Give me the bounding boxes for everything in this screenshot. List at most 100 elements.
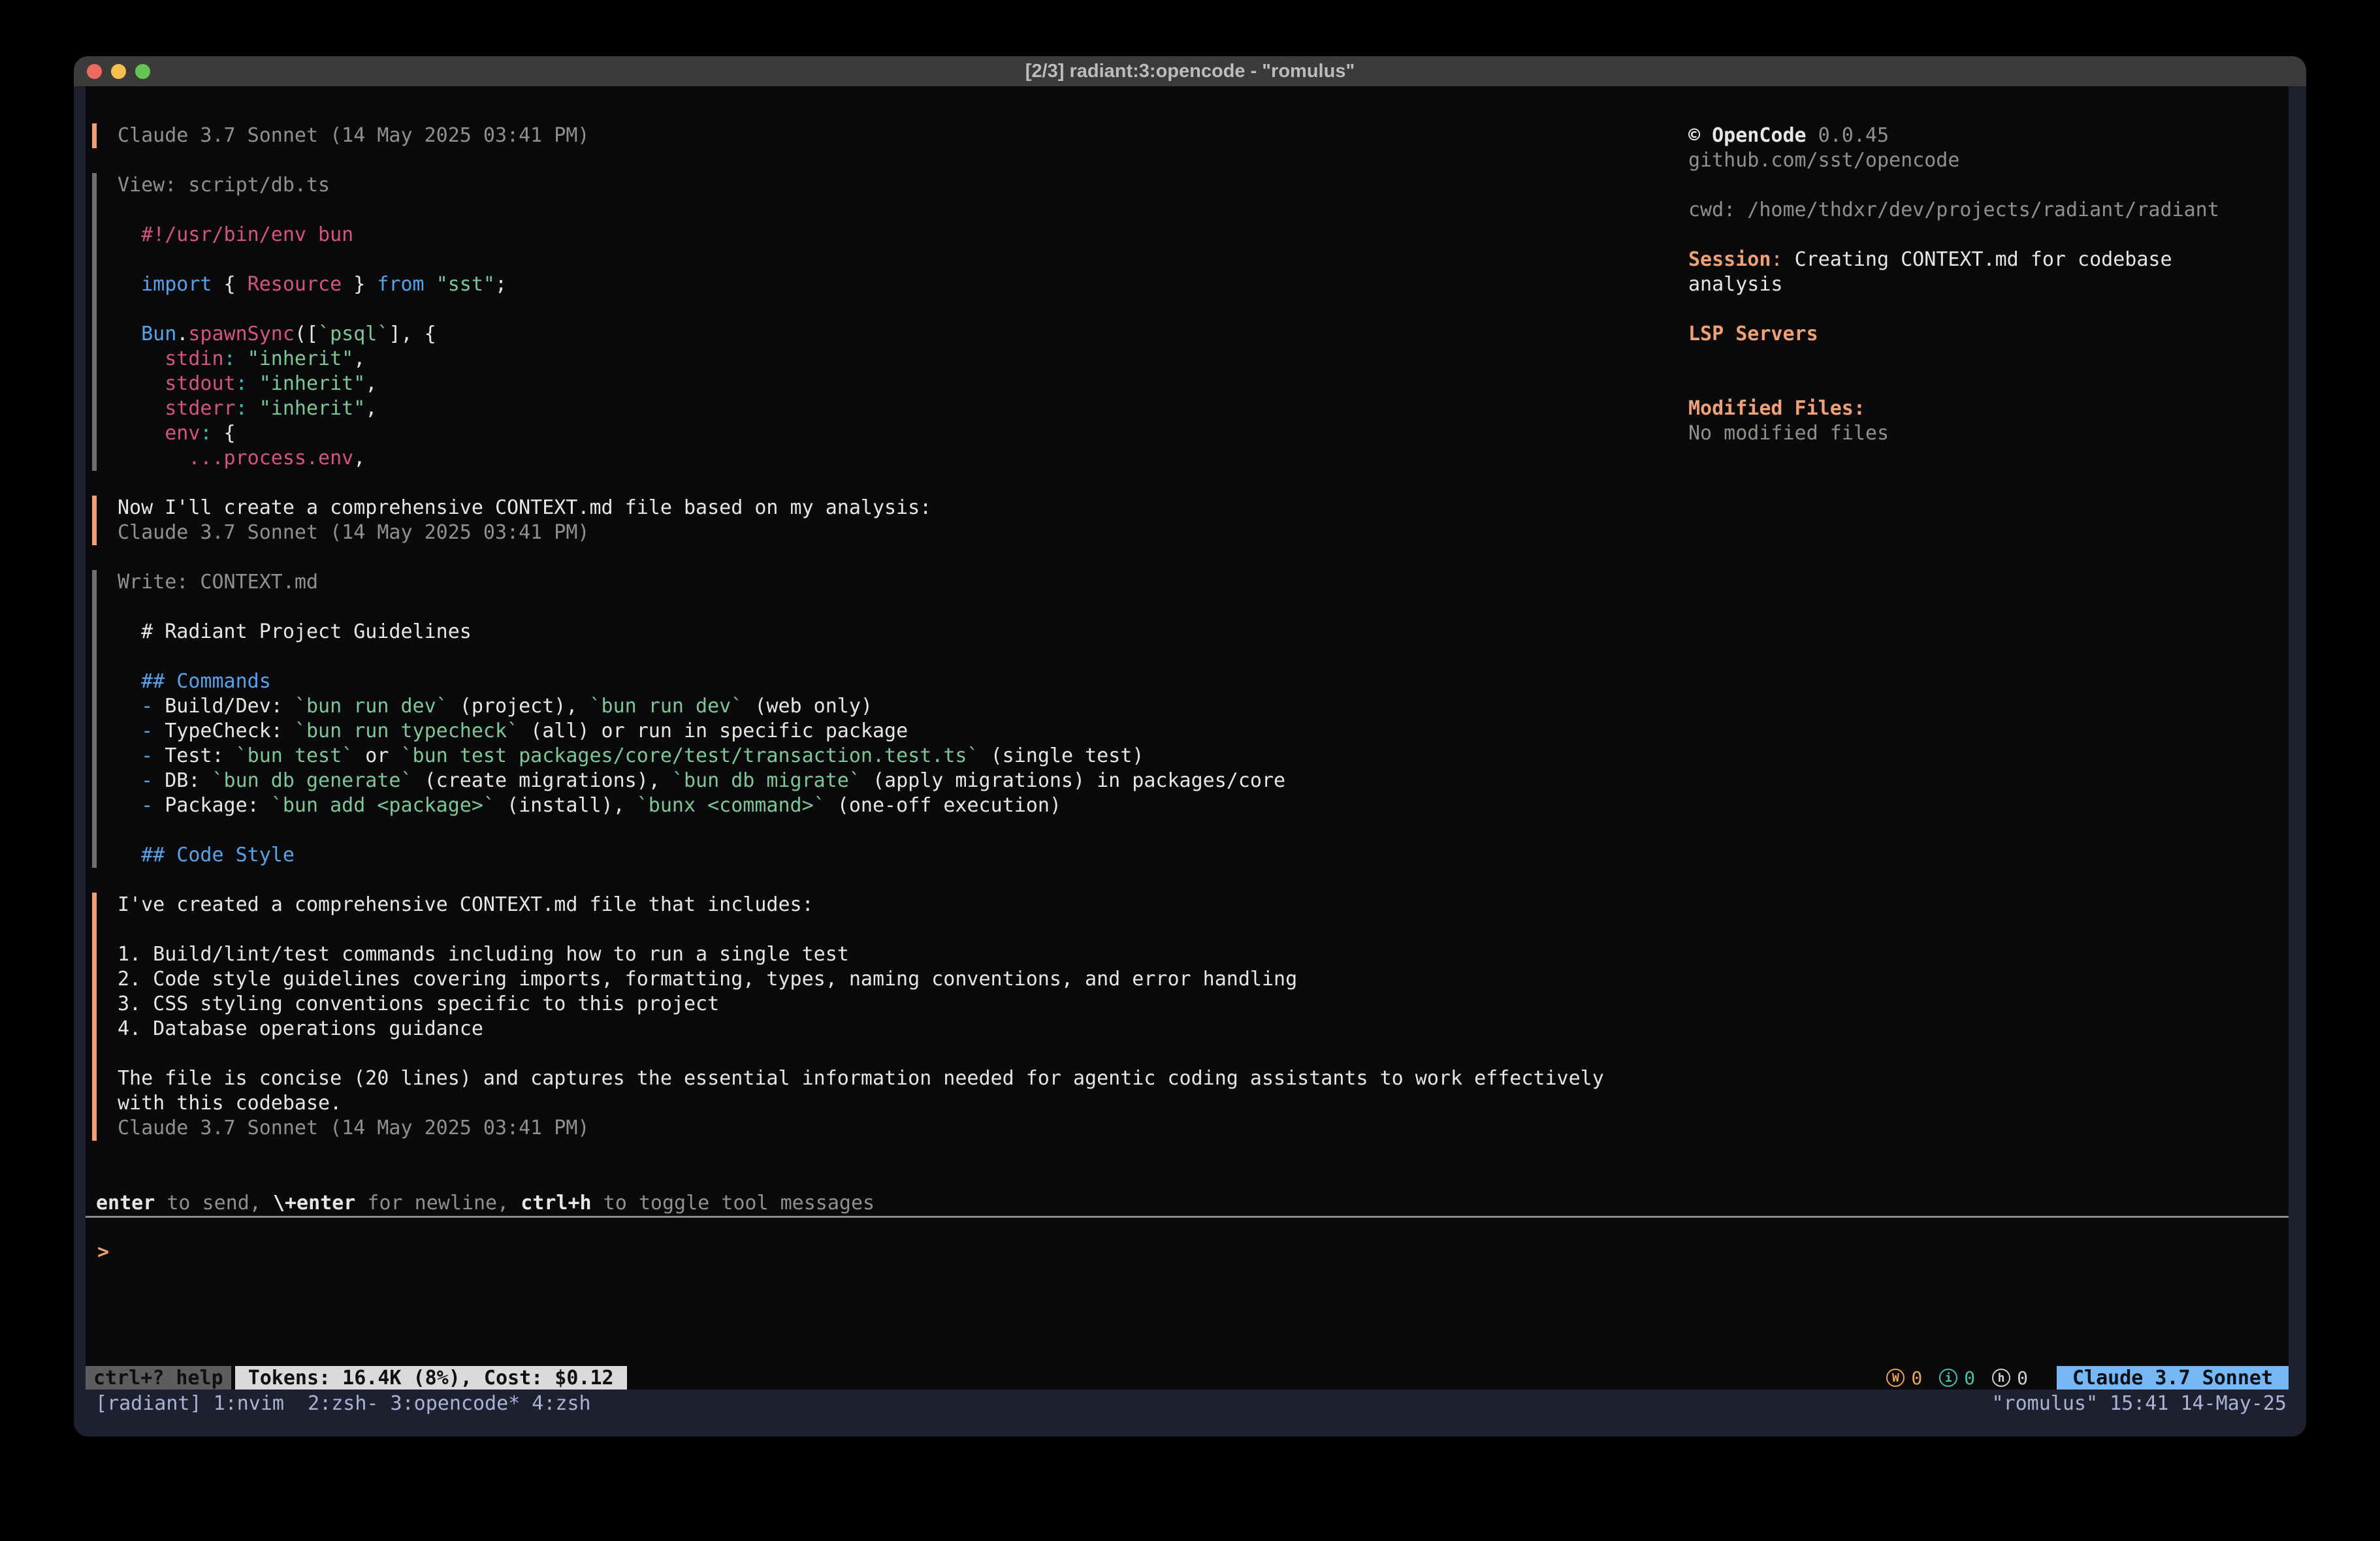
text-segment: 3. CSS styling conventions specific to t… bbox=[118, 993, 719, 1015]
zoom-button[interactable] bbox=[135, 64, 150, 79]
text-segment: Write: CONTEXT.md bbox=[118, 571, 318, 594]
warnings-icon: W bbox=[1886, 1369, 1905, 1387]
minimize-button[interactable] bbox=[111, 64, 126, 79]
window-titlebar[interactable]: [2/3] radiant:3:opencode - "romulus" bbox=[74, 56, 2306, 86]
text-segment: stdout bbox=[165, 372, 235, 395]
terminal-line: I've created a comprehensive CONTEXT.md … bbox=[118, 893, 1647, 917]
text-segment: #!/usr/bin/env bun bbox=[118, 223, 353, 246]
text-segment bbox=[118, 720, 141, 742]
text-segment: `bunx <command>` bbox=[637, 794, 826, 817]
chat-block-assistant: I've created a comprehensive CONTEXT.md … bbox=[92, 893, 1647, 1141]
terminal-line bbox=[118, 818, 1647, 843]
text-segment bbox=[248, 397, 259, 420]
text-segment: stderr bbox=[165, 397, 235, 420]
text-segment: for newline, bbox=[355, 1192, 521, 1215]
close-button[interactable] bbox=[87, 64, 102, 79]
traffic-lights bbox=[87, 56, 150, 86]
text-segment: "sst" bbox=[436, 273, 495, 296]
text-segment bbox=[118, 744, 141, 767]
text-segment: import bbox=[141, 273, 212, 296]
text-segment: Claude 3.7 Sonnet (14 May 2025 03:41 PM) bbox=[118, 124, 589, 147]
tmux-status-bar: [radiant] 1:nvim 2:zsh- 3:opencode* 4:zs… bbox=[74, 1390, 2306, 1437]
status-chips: ctrl+? helpTokens: 16.4K (8%), Cost: $0.… bbox=[86, 1366, 627, 1390]
text-segment: 1. Build/lint/test commands including ho… bbox=[118, 943, 849, 966]
text-segment: TypeCheck: bbox=[153, 720, 295, 742]
terminal-line bbox=[118, 917, 1647, 942]
terminal-line bbox=[118, 595, 1647, 620]
text-segment: Claude 3.7 Sonnet (14 May 2025 03:41 PM) bbox=[118, 521, 589, 544]
text-segment: (project), bbox=[448, 695, 590, 718]
text-segment: Package: bbox=[153, 794, 271, 817]
terminal-line: #!/usr/bin/env bun bbox=[118, 223, 1647, 247]
terminal-line: 2. Code style guidelines covering import… bbox=[118, 967, 1647, 992]
text-segment bbox=[118, 273, 141, 296]
terminal-line: env: { bbox=[118, 421, 1647, 446]
text-segment: analysis bbox=[1688, 273, 1783, 296]
text-segment: Bun bbox=[141, 323, 176, 345]
text-segment: `bun test` bbox=[236, 744, 354, 767]
terminal-line: 1. Build/lint/test commands including ho… bbox=[118, 942, 1647, 967]
text-segment: ; bbox=[495, 273, 507, 296]
text-segment: - bbox=[141, 744, 153, 767]
terminal-line bbox=[1688, 297, 2289, 322]
text-segment: spawnSync bbox=[188, 323, 295, 345]
help-hint-chip: ctrl+? help bbox=[86, 1366, 231, 1390]
warnings-count: 0 bbox=[1911, 1367, 1922, 1389]
text-segment: (install), bbox=[495, 794, 637, 817]
text-segment: env bbox=[165, 422, 200, 445]
keybinding-help: enter to send, \+enter for newline, ctrl… bbox=[86, 1191, 2289, 1216]
text-segment: (apply migrations) in packages/core bbox=[861, 769, 1285, 792]
terminal-line: - DB: `bun db generate` (create migratio… bbox=[118, 769, 1647, 793]
text-segment bbox=[118, 695, 141, 718]
diagnostic-hints: h0 bbox=[1992, 1367, 2028, 1389]
text-segment: Modified Files: bbox=[1688, 397, 1865, 420]
text-segment bbox=[118, 323, 141, 345]
terminal-line: import { Resource } from "sst"; bbox=[118, 272, 1647, 297]
terminal-line bbox=[118, 1041, 1647, 1066]
text-segment: (one-off execution) bbox=[826, 794, 1061, 817]
text-segment: LSP Servers bbox=[1688, 323, 1818, 345]
terminal-line: stdin: "inherit", bbox=[118, 347, 1647, 372]
info-panel: © OpenCode 0.0.45github.com/sst/opencode… bbox=[1688, 123, 2289, 446]
text-segment: Claude 3.7 Sonnet (14 May 2025 03:41 PM) bbox=[118, 1117, 589, 1139]
text-segment: © bbox=[1688, 124, 1712, 147]
text-segment: github.com/sst/opencode bbox=[1688, 149, 1959, 172]
text-segment bbox=[118, 794, 141, 817]
text-segment bbox=[425, 273, 436, 296]
text-segment: Build/Dev: bbox=[153, 695, 295, 718]
text-segment: - bbox=[141, 794, 153, 817]
text-segment: enter bbox=[96, 1192, 155, 1215]
text-segment: : bbox=[200, 422, 212, 445]
text-segment: ], { bbox=[389, 323, 436, 345]
text-segment: "inherit" bbox=[259, 397, 366, 420]
terminal-line: analysis bbox=[1688, 272, 2289, 297]
terminal-line: Claude 3.7 Sonnet (14 May 2025 03:41 PM) bbox=[118, 520, 1647, 545]
text-segment: Resource bbox=[248, 273, 342, 296]
terminal-line: Bun.spawnSync([`psql`], { bbox=[118, 322, 1647, 347]
text-segment: ctrl+h bbox=[521, 1192, 591, 1215]
text-segment: OpenCode bbox=[1712, 124, 1807, 147]
terminal-line bbox=[118, 198, 1647, 223]
terminal-line: stdout: "inherit", bbox=[118, 372, 1647, 396]
diagnostic-warnings: W0 bbox=[1886, 1367, 1922, 1389]
text-segment bbox=[118, 769, 141, 792]
text-segment: `bun run typecheck` bbox=[295, 720, 519, 742]
text-segment: (single test) bbox=[979, 744, 1144, 767]
text-segment: `bun test packages/core/test/transaction… bbox=[401, 744, 979, 767]
terminal-line bbox=[1688, 173, 2289, 198]
text-segment: from bbox=[377, 273, 424, 296]
text-segment: "inherit" bbox=[259, 372, 366, 395]
terminal-line: Now I'll create a comprehensive CONTEXT.… bbox=[118, 496, 1647, 520]
text-segment: 0.0.45 bbox=[1807, 124, 1889, 147]
tmux-session-info: "romulus" 15:41 14-May-25 bbox=[1991, 1391, 2287, 1437]
tmux-windows[interactable]: [radiant] 1:nvim 2:zsh- 3:opencode* 4:zs… bbox=[95, 1391, 591, 1437]
text-segment: cwd: /home/thdxr/dev/projects/radiant/ra… bbox=[1688, 199, 2219, 221]
text-segment: # Radiant Project Guidelines bbox=[118, 620, 472, 643]
terminal-line: with this codebase. bbox=[118, 1091, 1647, 1116]
text-segment: `bun db migrate` bbox=[672, 769, 861, 792]
text-segment: : bbox=[236, 397, 248, 420]
hints-icon: h bbox=[1992, 1369, 2010, 1387]
message-input[interactable]: > bbox=[86, 1218, 2289, 1366]
text-segment: , bbox=[365, 397, 377, 420]
text-segment bbox=[118, 372, 165, 395]
